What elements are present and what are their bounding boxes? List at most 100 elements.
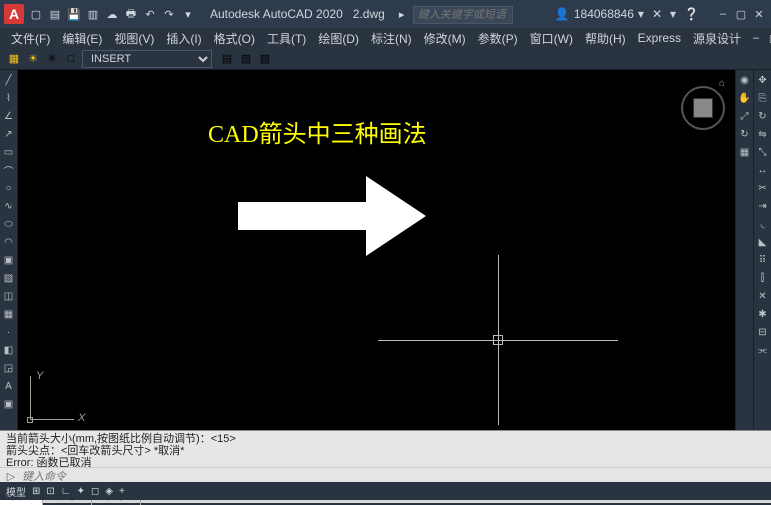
rect-tool[interactable]: ▭: [1, 144, 17, 160]
plot-icon[interactable]: 🖶: [123, 6, 139, 22]
array-tool[interactable]: ⠿: [755, 252, 771, 268]
menu-edit[interactable]: 编辑(E): [57, 28, 107, 49]
rotate-tool[interactable]: ↻: [755, 108, 771, 124]
menu-modify[interactable]: 修改(M): [419, 28, 471, 49]
doc-minimize-button[interactable]: –: [748, 30, 764, 46]
layer-more-icon[interactable]: ▨: [257, 51, 273, 67]
status-model[interactable]: 模型: [6, 484, 26, 499]
ellipse-arc-tool[interactable]: ◠: [1, 234, 17, 250]
menu-parametric[interactable]: 参数(P): [473, 28, 523, 49]
trim-tool[interactable]: ✂: [755, 180, 771, 196]
menu-file[interactable]: 文件(F): [6, 28, 55, 49]
stretch-tool[interactable]: ↔: [755, 162, 771, 178]
app-logo[interactable]: A: [4, 4, 24, 24]
orbit-icon[interactable]: ↻: [737, 126, 753, 142]
user-dropdown-icon: ▾: [638, 7, 644, 21]
save-icon[interactable]: 💾: [66, 6, 82, 22]
move-tool[interactable]: ✥: [755, 72, 771, 88]
maximize-button[interactable]: ▢: [733, 6, 749, 22]
layer-state-icon[interactable]: ☀: [25, 51, 41, 67]
arc-tool[interactable]: ⌒: [1, 162, 17, 178]
status-osnap-icon[interactable]: ◻: [91, 486, 99, 497]
ucs-x-label: X: [78, 412, 85, 424]
menu-yuanquan[interactable]: 源泉设计: [688, 28, 746, 49]
status-polar-icon[interactable]: ✦: [77, 486, 85, 497]
layer-bulb-icon[interactable]: □: [63, 51, 79, 67]
help-icon[interactable]: ❔: [684, 7, 699, 21]
viewcube[interactable]: ⌂: [681, 78, 725, 138]
erase-tool[interactable]: ✕: [755, 288, 771, 304]
explode-tool[interactable]: ✱: [755, 306, 771, 322]
menu-help[interactable]: 帮助(H): [580, 28, 631, 49]
status-ortho-icon[interactable]: ∟: [61, 486, 71, 497]
saveas-icon[interactable]: ▥: [85, 6, 101, 22]
menu-draw[interactable]: 绘图(D): [313, 28, 364, 49]
open-icon[interactable]: ▤: [47, 6, 63, 22]
user-icon: 👤: [555, 7, 570, 21]
showmotion-icon[interactable]: ▦: [737, 144, 753, 160]
drawing-canvas[interactable]: CAD箭头中三种画法 Y X ⌂: [18, 70, 735, 430]
break-tool[interactable]: ⊟: [755, 324, 771, 340]
search-input[interactable]: [413, 6, 513, 24]
new-icon[interactable]: ▢: [28, 6, 44, 22]
chamfer-tool[interactable]: ◣: [755, 234, 771, 250]
hatch-tool[interactable]: ▨: [1, 270, 17, 286]
redo-icon[interactable]: ↷: [161, 6, 177, 22]
layer-iso-icon[interactable]: ▧: [238, 51, 254, 67]
extend-tool[interactable]: ⇥: [755, 198, 771, 214]
block-tool[interactable]: ▣: [1, 252, 17, 268]
add-tool[interactable]: ▣: [1, 396, 17, 412]
menu-tools[interactable]: 工具(T): [262, 28, 311, 49]
circle-tool[interactable]: ○: [1, 180, 17, 196]
menu-insert[interactable]: 插入(I): [161, 28, 206, 49]
layer-props-icon[interactable]: ▦: [6, 51, 22, 67]
menu-dimension[interactable]: 标注(N): [366, 28, 417, 49]
scale-tool[interactable]: ⤡: [755, 144, 771, 160]
doc-maximize-button[interactable]: ▢: [766, 30, 771, 46]
gradient-tool[interactable]: ◧: [1, 342, 17, 358]
close-button[interactable]: ✕: [751, 6, 767, 22]
mirror-tool[interactable]: ⇋: [755, 126, 771, 142]
table-tool[interactable]: ▦: [1, 306, 17, 322]
menu-window[interactable]: 窗口(W): [525, 28, 578, 49]
command-history[interactable]: 当前箭头大小(mm,按图纸比例自动调节)：<15> 箭头尖点：<回车改箭头尺寸>…: [0, 431, 771, 467]
minimize-button[interactable]: –: [715, 6, 731, 22]
line-tool[interactable]: ╱: [1, 72, 17, 88]
nav-wheel-icon[interactable]: ◉: [737, 72, 753, 88]
region-tool[interactable]: ◫: [1, 288, 17, 304]
status-grid-icon[interactable]: ⊞: [32, 486, 40, 497]
command-input[interactable]: [22, 471, 767, 483]
viewcube-home-icon[interactable]: ⌂: [719, 78, 725, 89]
fillet-tool[interactable]: ◟: [755, 216, 771, 232]
undo-icon[interactable]: ↶: [142, 6, 158, 22]
xline-tool[interactable]: ∠: [1, 108, 17, 124]
point-tool[interactable]: ·: [1, 324, 17, 340]
user-account[interactable]: 👤 184068846 ▾: [555, 7, 644, 21]
status-3dosnap-icon[interactable]: ◈: [105, 486, 113, 497]
copy-tool[interactable]: ⎘: [755, 90, 771, 106]
qat-dropdown-icon[interactable]: ▾: [180, 6, 196, 22]
boundary-tool[interactable]: ◲: [1, 360, 17, 376]
zoom-extents-icon[interactable]: ⤢: [737, 108, 753, 124]
cmd-line: Error: 函数已取消: [6, 457, 765, 467]
layer-match-icon[interactable]: ▤: [219, 51, 235, 67]
exchange-icon[interactable]: ✕: [652, 7, 662, 21]
app-menu-icon[interactable]: ▾: [670, 7, 676, 21]
layer-lock-icon[interactable]: ✳: [44, 51, 60, 67]
offset-tool[interactable]: ⫿: [755, 270, 771, 286]
status-snap-icon[interactable]: ⊡: [46, 486, 54, 497]
menu-view[interactable]: 视图(V): [109, 28, 159, 49]
polyline-tool[interactable]: ⌇: [1, 90, 17, 106]
menu-express[interactable]: Express: [633, 29, 686, 47]
cloud-icon[interactable]: ☁: [104, 6, 120, 22]
pan-icon[interactable]: ✋: [737, 90, 753, 106]
workspace: ╱ ⌇ ∠ ↗ ▭ ⌒ ○ ∿ ⬭ ◠ ▣ ▨ ◫ ▦ · ◧ ◲ A ▣ CA…: [0, 70, 771, 430]
layer-dropdown[interactable]: INSERT: [82, 50, 212, 68]
status-dyn-icon[interactable]: +: [119, 486, 125, 497]
join-tool[interactable]: ⫘: [755, 342, 771, 358]
ray-tool[interactable]: ↗: [1, 126, 17, 142]
mtext-tool[interactable]: A: [1, 378, 17, 394]
ellipse-tool[interactable]: ⬭: [1, 216, 17, 232]
spline-tool[interactable]: ∿: [1, 198, 17, 214]
menu-format[interactable]: 格式(O): [209, 28, 260, 49]
